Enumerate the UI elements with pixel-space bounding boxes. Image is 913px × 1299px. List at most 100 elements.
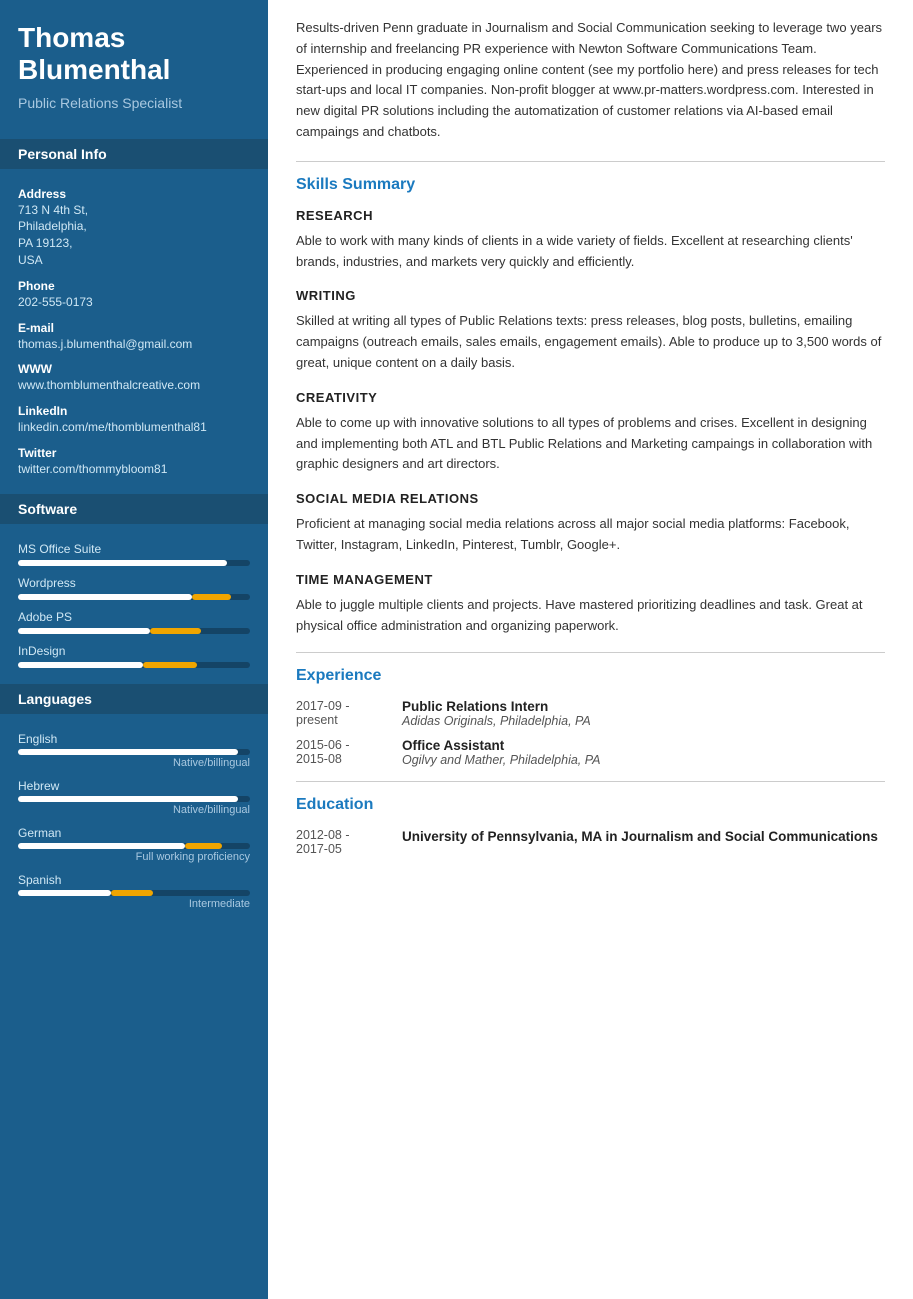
lang-german-name: German [18, 826, 250, 840]
sidebar-header: Thomas Blumenthal Public Relations Speci… [0, 0, 268, 127]
personal-info-header: Personal Info [0, 139, 268, 169]
edu-1-content: University of Pennsylvania, MA in Journa… [402, 828, 878, 856]
email-value: thomas.j.blumenthal@gmail.com [18, 336, 250, 353]
skill-adobe-ps: Adobe PS [18, 610, 250, 634]
languages-content: English Native/billingual Hebrew Native/… [0, 714, 268, 928]
skill-indesign-name: InDesign [18, 644, 250, 658]
divider-3 [296, 781, 885, 782]
lang-spanish-fill2 [111, 890, 153, 896]
skill-time-management: TIME MANAGEMENT Able to juggle multiple … [296, 572, 885, 637]
skill-creativity-desc: Able to come up with innovative solution… [296, 413, 885, 475]
exp-2-title: Office Assistant [402, 738, 601, 753]
lang-hebrew-bar [18, 796, 250, 802]
skill-adobe-ps-fill2 [150, 628, 201, 634]
experience-2: 2015-06 -2015-08 Office Assistant Ogilvy… [296, 738, 885, 767]
skill-wordpress-fill2 [192, 594, 231, 600]
lang-spanish-bar [18, 890, 250, 896]
twitter-label: Twitter [18, 446, 250, 460]
skill-ms-office-fill [18, 560, 227, 566]
exp-2-content: Office Assistant Ogilvy and Mather, Phil… [402, 738, 601, 767]
lang-english-bar [18, 749, 250, 755]
exp-1-content: Public Relations Intern Adidas Originals… [402, 699, 591, 728]
lang-english-name: English [18, 732, 250, 746]
skill-writing: WRITING Skilled at writing all types of … [296, 288, 885, 373]
summary-text: Results-driven Penn graduate in Journali… [296, 18, 885, 143]
lang-german-fill [18, 843, 185, 849]
skill-writing-desc: Skilled at writing all types of Public R… [296, 311, 885, 373]
experience-1: 2017-09 -present Public Relations Intern… [296, 699, 885, 728]
lang-german-bar [18, 843, 250, 849]
exp-1-title: Public Relations Intern [402, 699, 591, 714]
skill-indesign: InDesign [18, 644, 250, 668]
skill-wordpress: Wordpress [18, 576, 250, 600]
lang-hebrew: Hebrew Native/billingual [18, 779, 250, 816]
linkedin-value: linkedin.com/me/thomblumenthal81 [18, 419, 250, 436]
lang-spanish-fill [18, 890, 111, 896]
exp-1-date: 2017-09 -present [296, 699, 386, 728]
skill-wordpress-bar [18, 594, 250, 600]
lang-german: German Full working proficiency [18, 826, 250, 863]
exp-2-company: Ogilvy and Mather, Philadelphia, PA [402, 753, 601, 767]
lang-spanish: Spanish Intermediate [18, 873, 250, 910]
skills-title: Skills Summary [296, 176, 885, 194]
education-1: 2012-08 -2017-05 University of Pennsylva… [296, 828, 885, 856]
lang-hebrew-level: Native/billingual [18, 804, 250, 816]
edu-1-degree: University of Pennsylvania, MA in Journa… [402, 828, 878, 847]
education-title: Education [296, 796, 885, 814]
skill-wordpress-name: Wordpress [18, 576, 250, 590]
experience-title: Experience [296, 667, 885, 685]
skill-social-media-label: SOCIAL MEDIA RELATIONS [296, 491, 885, 506]
skill-indesign-fill2 [143, 662, 196, 668]
lang-hebrew-fill [18, 796, 238, 802]
phone-label: Phone [18, 279, 250, 293]
skill-indesign-bar [18, 662, 250, 668]
lang-english: English Native/billingual [18, 732, 250, 769]
lang-spanish-name: Spanish [18, 873, 250, 887]
divider-2 [296, 652, 885, 653]
skill-indesign-fill [18, 662, 143, 668]
main-content: Results-driven Penn graduate in Journali… [268, 0, 913, 1299]
linkedin-label: LinkedIn [18, 404, 250, 418]
skill-adobe-ps-bar [18, 628, 250, 634]
lang-spanish-level: Intermediate [18, 898, 250, 910]
languages-header: Languages [0, 684, 268, 714]
skill-time-management-desc: Able to juggle multiple clients and proj… [296, 595, 885, 637]
skill-ms-office: MS Office Suite [18, 542, 250, 566]
skill-adobe-ps-fill [18, 628, 150, 634]
lang-english-level: Native/billingual [18, 757, 250, 769]
skill-research-desc: Able to work with many kinds of clients … [296, 231, 885, 273]
phone-value: 202-555-0173 [18, 294, 250, 311]
lang-english-fill [18, 749, 238, 755]
skill-adobe-ps-name: Adobe PS [18, 610, 250, 624]
personal-info-content: Address 713 N 4th St,Philadelphia,PA 191… [0, 169, 268, 482]
candidate-name: Thomas Blumenthal [18, 22, 250, 86]
skill-social-media: SOCIAL MEDIA RELATIONS Proficient at man… [296, 491, 885, 556]
sidebar: Thomas Blumenthal Public Relations Speci… [0, 0, 268, 1299]
skill-writing-label: WRITING [296, 288, 885, 303]
skill-wordpress-fill [18, 594, 192, 600]
skill-research: RESEARCH Able to work with many kinds of… [296, 208, 885, 273]
skill-research-label: RESEARCH [296, 208, 885, 223]
www-value: www.thomblumenthalcreative.com [18, 377, 250, 394]
skill-social-media-desc: Proficient at managing social media rela… [296, 514, 885, 556]
address-value: 713 N 4th St,Philadelphia,PA 19123,USA [18, 202, 250, 269]
skill-ms-office-name: MS Office Suite [18, 542, 250, 556]
lang-german-level: Full working proficiency [18, 851, 250, 863]
lang-german-fill2 [185, 843, 222, 849]
address-label: Address [18, 187, 250, 201]
skill-time-management-label: TIME MANAGEMENT [296, 572, 885, 587]
candidate-title: Public Relations Specialist [18, 94, 250, 112]
skill-ms-office-bar [18, 560, 250, 566]
skill-creativity-label: CREATIVITY [296, 390, 885, 405]
skill-creativity: CREATIVITY Able to come up with innovati… [296, 390, 885, 475]
www-label: WWW [18, 362, 250, 376]
exp-2-date: 2015-06 -2015-08 [296, 738, 386, 767]
twitter-value: twitter.com/thommybloom81 [18, 461, 250, 478]
software-content: MS Office Suite Wordpress Adobe PS InDes… [0, 524, 268, 672]
email-label: E-mail [18, 321, 250, 335]
edu-1-date: 2012-08 -2017-05 [296, 828, 386, 856]
software-header: Software [0, 494, 268, 524]
lang-hebrew-name: Hebrew [18, 779, 250, 793]
exp-1-company: Adidas Originals, Philadelphia, PA [402, 714, 591, 728]
divider-1 [296, 161, 885, 162]
